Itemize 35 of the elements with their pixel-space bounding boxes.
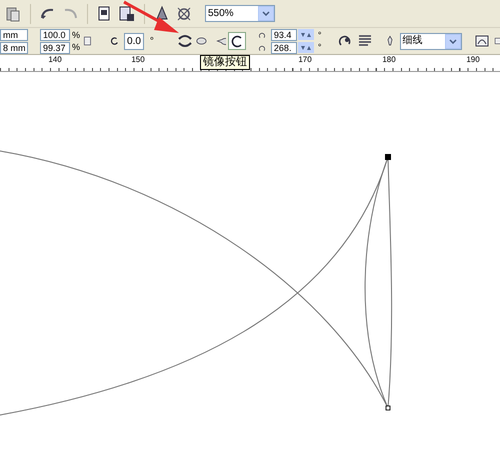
tooltip: 镜像按钮 [200, 55, 250, 70]
ruler-label: 140 [48, 55, 62, 65]
zoom-level-dropdown[interactable]: 550% [205, 5, 275, 22]
spin-button[interactable] [298, 29, 314, 40]
spin-arrows-icon [300, 44, 312, 50]
spin-arrows-icon [300, 32, 312, 38]
outline-width-dropdown[interactable]: 细线 [400, 32, 462, 50]
percent-label: % [72, 29, 80, 41]
node-handle[interactable] [385, 154, 391, 160]
angle-field[interactable]: 268. [270, 42, 297, 54]
caret-icon [448, 38, 457, 44]
size-field[interactable]: 8 mm [0, 42, 28, 54]
size-field[interactable]: mm [0, 28, 28, 40]
arc-icon[interactable] [228, 32, 246, 50]
ruler-label: 150 [131, 55, 145, 65]
degree-label: ° [318, 29, 322, 41]
scale-field[interactable]: 99.37 [40, 42, 70, 54]
paste-icon[interactable] [4, 4, 22, 22]
export-icon[interactable] [118, 4, 136, 22]
percent-label: % [72, 41, 80, 53]
angle-field[interactable]: 93.4 [270, 28, 297, 40]
ruler-label: 170 [298, 55, 312, 65]
scale-field[interactable]: 100.0 [40, 28, 70, 40]
mirror-icon[interactable] [176, 32, 194, 50]
dropdown-button[interactable] [444, 34, 461, 48]
rotation-field[interactable]: 0.0 [124, 32, 144, 50]
degree-label: ° [148, 34, 155, 48]
spin-button[interactable] [298, 42, 314, 53]
ruler-label: 190 [466, 55, 480, 65]
dropdown-button[interactable] [258, 6, 274, 21]
ruler-label: 180 [382, 55, 396, 65]
degree-label: ° [318, 41, 322, 53]
caret-icon [262, 11, 270, 16]
arrow-annotation [122, 0, 180, 34]
node-handle[interactable] [386, 406, 390, 410]
